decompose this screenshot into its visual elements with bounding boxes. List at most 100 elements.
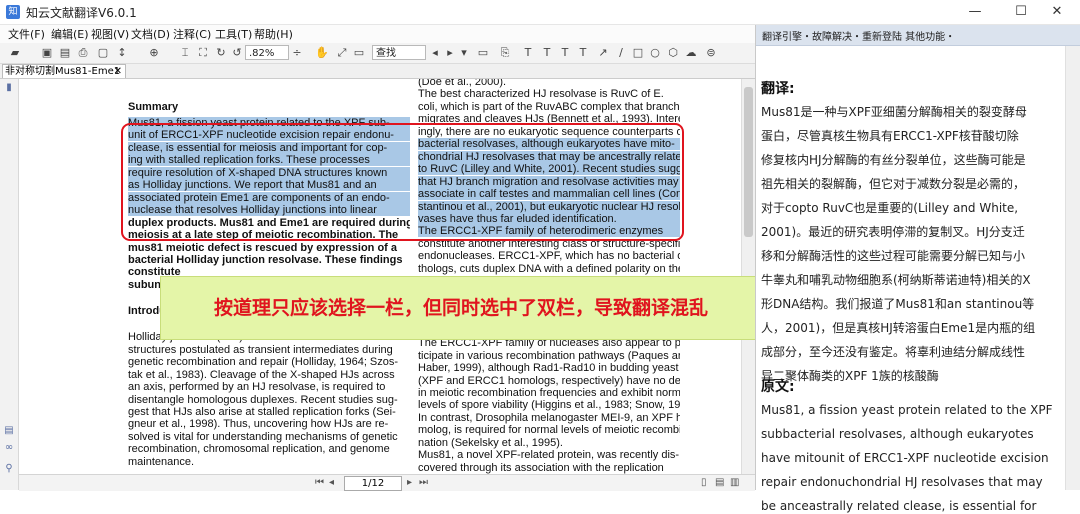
- page-icon[interactable]: ▢: [96, 46, 110, 60]
- highlight-icon[interactable]: T: [540, 46, 554, 60]
- save-icon[interactable]: ▣: [40, 46, 54, 60]
- text-line[interactable]: Mus81, a fission yeast protein related t…: [128, 117, 410, 129]
- search-next-icon[interactable]: ◂: [428, 46, 442, 60]
- text-line[interactable]: vases have thus far eluded identificatio…: [418, 212, 680, 225]
- open-folder-icon[interactable]: ▰: [8, 46, 22, 60]
- text-line[interactable]: constitute another interesting class of …: [418, 238, 680, 250]
- snapshot-icon[interactable]: ⛶: [196, 46, 210, 60]
- rotate-back-icon[interactable]: ↺: [230, 46, 244, 60]
- text-line[interactable]: to RuvC (Lilley and White, 2001). Recent…: [418, 163, 680, 176]
- text-line[interactable]: solved is vital for understanding mechan…: [128, 431, 410, 443]
- rect-icon[interactable]: □: [631, 46, 645, 60]
- section-heading[interactable]: Summary: [128, 101, 410, 113]
- search-input[interactable]: 查找: [372, 45, 426, 60]
- text-line[interactable]: in meiotic recombination frequencies and…: [418, 387, 680, 399]
- text-line[interactable]: associate in calf testes and mammalian c…: [418, 188, 680, 201]
- text-line[interactable]: Haber, 1999), although Rad1-Rad10 in bud…: [418, 362, 680, 374]
- camera-icon[interactable]: ▭: [352, 46, 366, 60]
- search-options-icon[interactable]: ▾: [457, 46, 471, 60]
- translation-engine-menu[interactable]: 翻译引擎・故障解决・重新登陆 其他功能・: [762, 28, 955, 43]
- ellipse-icon[interactable]: ○: [648, 46, 662, 60]
- page-number-field[interactable]: 1/12: [344, 476, 402, 491]
- text-line[interactable]: recombination, chromosomal replication, …: [128, 443, 410, 455]
- text-line[interactable]: tak et al., 1983). Cleavage of the X-sha…: [128, 369, 410, 381]
- text-line[interactable]: require resolution of X-shaped DNA struc…: [128, 166, 410, 179]
- text-line[interactable]: meiosis at a late step of meiotic recomb…: [128, 229, 410, 241]
- tab-document[interactable]: 非对称切割Mus81-Eme1 ✕: [2, 64, 126, 78]
- text-line[interactable]: an axis, performed by an HJ resolvase, i…: [128, 381, 410, 393]
- select-icon[interactable]: ⌶: [178, 46, 192, 60]
- menu-annotate[interactable]: 注释(C): [173, 26, 211, 42]
- text-line[interactable]: thologs, cuts duplex DNA with a defined …: [418, 263, 680, 275]
- text-line[interactable]: bacterial Holliday junction resolvase. T…: [128, 254, 410, 266]
- line-icon[interactable]: ∕: [614, 46, 628, 60]
- text-line[interactable]: migrates and cleaves HJs (Bennett et al.…: [418, 113, 680, 125]
- text-line[interactable]: stantinou et al., 2001), but eukaryotic …: [418, 200, 680, 213]
- comments-panel-icon[interactable]: ▤: [3, 425, 15, 437]
- menu-help[interactable]: 帮助(H): [254, 26, 293, 42]
- text-line[interactable]: molog, is required for normal levels of …: [418, 424, 680, 436]
- text-line[interactable]: mus81 meiotic defect is rescued by expre…: [128, 242, 410, 254]
- scrollbar-thumb[interactable]: [744, 87, 753, 237]
- text-line[interactable]: The best characterized HJ resolvase is R…: [418, 88, 680, 100]
- prev-page-icon[interactable]: ◂: [329, 477, 334, 488]
- text-line[interactable]: ing with stalled replication forks. Thes…: [128, 154, 410, 167]
- save-as-icon[interactable]: ▤: [58, 46, 72, 60]
- text-line[interactable]: duplex products. Mus81 and Eme1 are requ…: [128, 217, 410, 229]
- text-line[interactable]: as Holliday junctions. We report that Mu…: [128, 179, 410, 192]
- attachments-panel-icon[interactable]: ∞: [3, 442, 15, 454]
- text-line[interactable]: gest that HJs also arise at stalled repl…: [128, 406, 410, 418]
- comment-icon[interactable]: ▭: [476, 46, 490, 60]
- menu-tools[interactable]: 工具(T): [215, 26, 252, 42]
- menu-edit[interactable]: 编辑(E): [51, 26, 89, 42]
- first-page-icon[interactable]: ⏮: [315, 477, 324, 488]
- text-line[interactable]: clease, is essential for meiosis and imp…: [128, 141, 410, 154]
- text-line[interactable]: coli, which is part of the RuvABC comple…: [418, 101, 680, 113]
- text-line[interactable]: levels of spore viability (Higgins et al…: [418, 399, 680, 411]
- text-line[interactable]: covered through its association with the…: [418, 462, 680, 474]
- menu-file[interactable]: 文件(F): [8, 26, 45, 42]
- minimize-button[interactable]: —: [952, 0, 998, 24]
- close-button[interactable]: ✕: [1034, 0, 1080, 24]
- text-line[interactable]: maintenance.: [128, 456, 410, 468]
- text-style-icon[interactable]: T: [521, 46, 535, 60]
- fullscreen-icon[interactable]: ⤢: [335, 46, 349, 60]
- text-line[interactable]: structures postulated as transient inter…: [128, 344, 410, 356]
- text-line[interactable]: chondrial HJ resolvases that may be ance…: [418, 150, 680, 163]
- text-line[interactable]: unit of ERCC1-XPF nucleotide excision re…: [128, 129, 410, 142]
- link-panel-icon[interactable]: ⚲: [3, 463, 15, 475]
- text-line[interactable]: nuclease that resolves Holliday junction…: [128, 204, 410, 217]
- translation-scrollbar[interactable]: [1065, 46, 1080, 490]
- last-page-icon[interactable]: ⏭: [419, 477, 428, 488]
- single-page-icon[interactable]: ▯: [701, 477, 707, 488]
- fit-icon[interactable]: ↕: [115, 46, 129, 60]
- text-line[interactable]: gneur et al., 1998). Thus, uncovering ho…: [128, 418, 410, 430]
- text-line[interactable]: The ERCC1-XPF family of heterodimeric en…: [418, 225, 680, 238]
- text-line[interactable]: nation (Sekelsky et al., 1995).: [418, 437, 680, 449]
- next-page-icon[interactable]: ▸: [407, 477, 412, 488]
- underline-icon[interactable]: T: [558, 46, 572, 60]
- menu-document[interactable]: 文档(D): [131, 26, 170, 42]
- continuous-page-icon[interactable]: ▤: [715, 477, 724, 488]
- text-line[interactable]: In contrast, Drosophila melanogaster MEI…: [418, 412, 680, 424]
- pages-panel-icon[interactable]: ▮: [3, 82, 15, 94]
- text-line[interactable]: Mus81, a novel XPF-related protein, was …: [418, 449, 680, 461]
- text-line[interactable]: that HJ branch migration and resolvase a…: [418, 175, 680, 188]
- text-line[interactable]: (Doe et al., 2000).: [418, 79, 680, 88]
- two-page-icon[interactable]: ▥: [730, 477, 739, 488]
- text-line[interactable]: associated protein Eme1 are components o…: [128, 191, 410, 204]
- stamp-icon[interactable]: ⊜: [704, 46, 718, 60]
- text-line[interactable]: ingly, there are no eukaryotic sequence …: [418, 126, 680, 138]
- text-line[interactable]: endonucleases. ERCC1-XPF, which has no b…: [418, 250, 680, 262]
- text-line[interactable]: ticipate in various recombination pathwa…: [418, 350, 680, 362]
- strikeout-icon[interactable]: T: [576, 46, 590, 60]
- tab-close-icon[interactable]: ✕: [114, 65, 122, 78]
- menu-view[interactable]: 视图(V): [91, 26, 129, 42]
- zoom-stepper-icon[interactable]: ÷: [290, 46, 304, 60]
- text-line[interactable]: genetic recombination and repair (Hollid…: [128, 356, 410, 368]
- zoom-field[interactable]: .82%: [245, 45, 289, 60]
- text-line[interactable]: disentangle homologous duplexes. Recent …: [128, 394, 410, 406]
- text-line[interactable]: bacterial resolvases, although eukaryote…: [418, 138, 680, 151]
- bookmark-icon[interactable]: ⎘: [498, 46, 512, 60]
- zoom-icon[interactable]: ⊕: [147, 46, 161, 60]
